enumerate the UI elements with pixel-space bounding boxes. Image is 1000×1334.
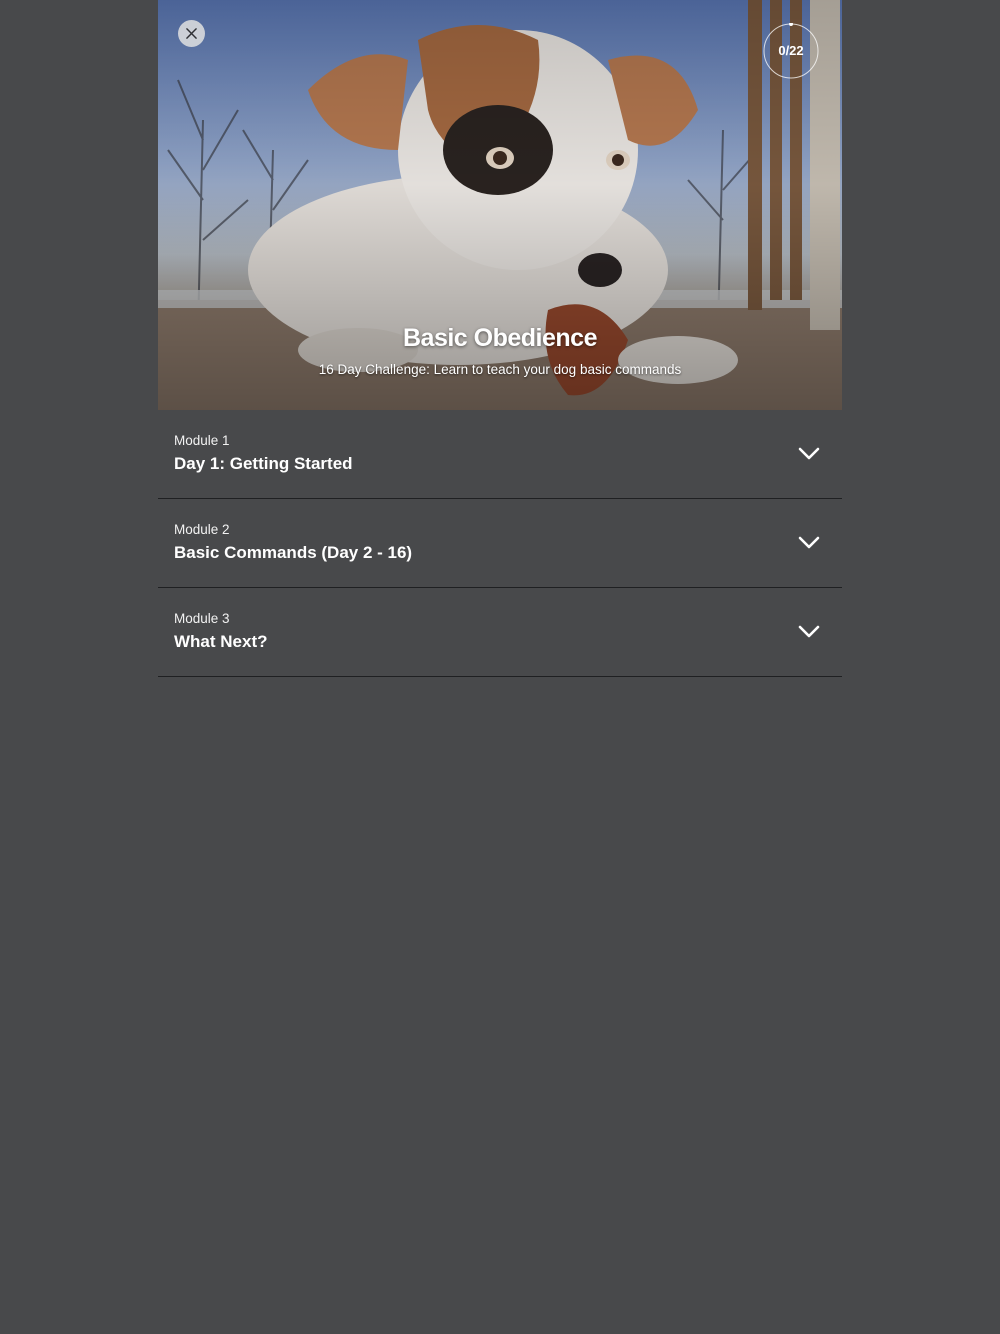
- chevron-down-icon[interactable]: [798, 536, 820, 550]
- module-title: What Next?: [174, 632, 268, 651]
- chevron-down-icon[interactable]: [798, 625, 820, 639]
- module-label: Module 1: [174, 433, 230, 448]
- close-button[interactable]: [178, 20, 205, 47]
- module-item-1[interactable]: Module 1 Day 1: Getting Started: [158, 410, 842, 499]
- module-item-3[interactable]: Module 3 What Next?: [158, 588, 842, 677]
- progress-count: 0/22: [778, 43, 804, 58]
- course-screen: 0/22 Basic Obedience 16 Day Challenge: L…: [0, 0, 1000, 1334]
- progress-indicator: 0/22: [763, 23, 819, 79]
- course-title: Basic Obedience: [403, 324, 597, 352]
- close-icon: [186, 28, 197, 39]
- course-content: 0/22 Basic Obedience 16 Day Challenge: L…: [158, 0, 842, 677]
- course-subtitle: 16 Day Challenge: Learn to teach your do…: [318, 362, 682, 377]
- chevron-down-icon[interactable]: [798, 447, 820, 461]
- module-item-2[interactable]: Module 2 Basic Commands (Day 2 - 16): [158, 499, 842, 588]
- module-label: Module 3: [174, 611, 230, 626]
- module-title: Day 1: Getting Started: [174, 454, 353, 473]
- module-label: Module 2: [174, 522, 230, 537]
- module-title: Basic Commands (Day 2 - 16): [174, 543, 413, 562]
- course-hero-banner: 0/22 Basic Obedience 16 Day Challenge: L…: [158, 0, 842, 410]
